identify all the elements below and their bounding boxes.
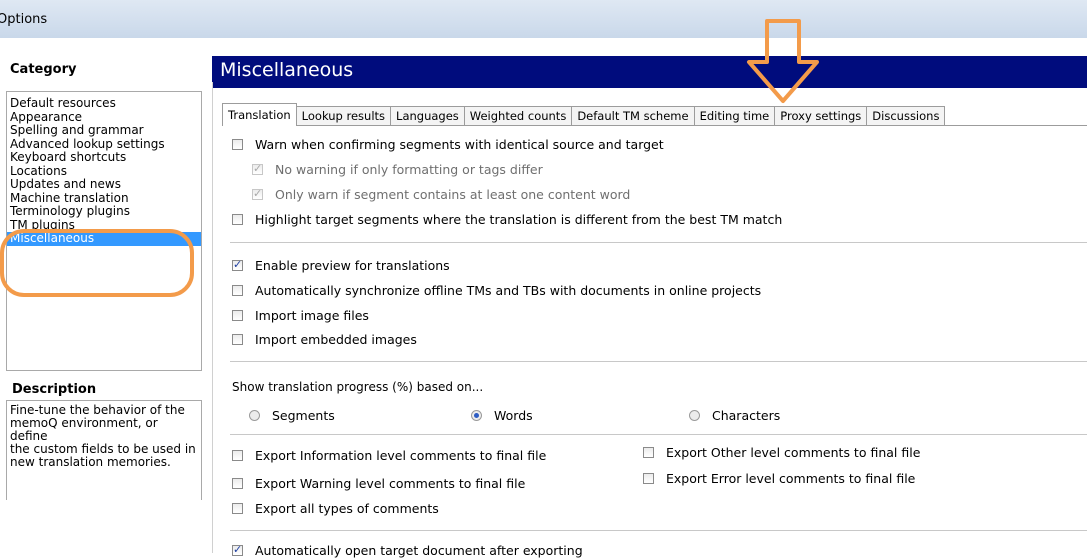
no-warning-formatting-label: No warning if only formatting or tags di… [275,162,543,177]
warn-identical-checkbox[interactable] [232,139,243,150]
tab-proxy-settings[interactable]: Proxy settings [774,106,868,126]
auto-sync-checkbox[interactable] [232,285,243,296]
tab-strip: Translation Lookup results Languages Wei… [222,103,946,126]
enable-preview-checkbox[interactable] [232,258,243,271]
category-heading: Category [10,62,77,77]
category-item-spelling[interactable]: Spelling and grammar [7,123,201,138]
description-box: Fine-tune the behavior of the memoQ envi… [6,400,202,500]
highlight-target-label: Highlight target segments where the tran… [255,212,783,227]
characters-radio[interactable] [689,410,700,421]
category-item-machine-translation[interactable]: Machine translation [7,191,201,206]
highlight-target-checkbox[interactable] [232,214,243,225]
category-item-terminology-plugins[interactable]: Terminology plugins [7,204,201,219]
description-heading: Description [12,382,97,397]
window-title: Options [0,12,48,27]
option-no-warning-formatting[interactable]: No warning if only formatting or tags di… [252,162,543,177]
export-error-label: Export Error level comments to final fil… [666,471,916,486]
import-embedded-images-checkbox[interactable] [232,334,243,345]
auto-open-target-label: Automatically open target document after… [255,543,583,558]
tab-default-tm-scheme[interactable]: Default TM scheme [571,106,695,126]
option-only-warn-content[interactable]: Only warn if segment contains at least o… [252,187,630,202]
no-warning-formatting-checkbox[interactable] [252,162,263,175]
option-import-embedded-images[interactable]: Import embedded images [232,332,417,347]
tab-editing-time[interactable]: Editing time [693,106,776,126]
import-image-files-checkbox[interactable] [232,310,243,321]
words-label: Words [494,408,533,423]
export-warning-checkbox[interactable] [232,478,243,489]
category-item-updates[interactable]: Updates and news [7,177,201,192]
warn-identical-label: Warn when confirming segments with ident… [255,137,664,152]
option-warn-identical[interactable]: Warn when confirming segments with ident… [232,137,664,152]
tab-weighted-counts[interactable]: Weighted counts [463,106,573,126]
enable-preview-label: Enable preview for translations [255,258,450,273]
category-list[interactable]: Default resources Appearance Spelling an… [6,91,202,371]
progress-label: Show translation progress (%) based on..… [232,380,484,394]
import-image-files-label: Import image files [255,308,369,323]
auto-open-target-checkbox[interactable] [232,543,243,556]
category-item-tm-plugins[interactable]: TM plugins [7,218,201,233]
option-auto-sync[interactable]: Automatically synchronize offline TMs an… [232,283,761,298]
tab-translation[interactable]: Translation [222,103,297,126]
description-line: memoQ environment, or define [10,416,158,443]
category-item-default-resources[interactable]: Default resources [7,96,201,111]
page-title-bar: Miscellaneous [212,56,1087,88]
export-information-label: Export Information level comments to fin… [255,448,547,463]
window-titlebar: Options [0,0,1087,38]
export-error-checkbox[interactable] [643,473,654,484]
description-line: new translation memories. [10,455,171,469]
pane-divider [212,82,213,553]
page-title: Miscellaneous [220,59,354,81]
tab-languages[interactable]: Languages [390,106,465,126]
option-import-image-files[interactable]: Import image files [232,308,369,323]
option-export-other[interactable]: Export Other level comments to final fil… [643,445,920,460]
auto-sync-label: Automatically synchronize offline TMs an… [255,283,762,298]
category-item-locations[interactable]: Locations [7,164,201,179]
category-item-miscellaneous[interactable]: Miscellaneous [7,231,201,246]
import-embedded-images-label: Import embedded images [255,332,417,347]
export-all-label: Export all types of comments [255,501,439,516]
segments-radio[interactable] [249,410,260,421]
export-information-checkbox[interactable] [232,450,243,461]
export-other-checkbox[interactable] [643,447,654,458]
separator [230,242,1087,243]
option-auto-open-target[interactable]: Automatically open target document after… [232,543,583,558]
only-warn-content-label: Only warn if segment contains at least o… [275,187,631,202]
only-warn-content-checkbox[interactable] [252,187,263,200]
segments-label: Segments [272,408,335,423]
tab-lookup-results[interactable]: Lookup results [295,106,392,126]
export-other-label: Export Other level comments to final fil… [666,445,921,460]
option-export-warning[interactable]: Export Warning level comments to final f… [232,476,525,491]
category-item-advanced-lookup[interactable]: Advanced lookup settings [7,137,201,152]
option-enable-preview[interactable]: Enable preview for translations [232,258,450,273]
option-export-all[interactable]: Export all types of comments [232,501,439,516]
radio-characters[interactable]: Characters [689,408,780,423]
option-highlight-target[interactable]: Highlight target segments where the tran… [232,212,782,227]
export-all-checkbox[interactable] [232,503,243,514]
separator [230,361,1087,362]
words-radio[interactable] [471,410,482,421]
characters-label: Characters [712,408,781,423]
radio-segments[interactable]: Segments [249,408,335,423]
separator [230,434,1087,435]
category-item-keyboard-shortcuts[interactable]: Keyboard shortcuts [7,150,201,165]
radio-words[interactable]: Words [471,408,533,423]
option-export-information[interactable]: Export Information level comments to fin… [232,448,546,463]
category-item-appearance[interactable]: Appearance [7,110,201,125]
separator [230,530,1087,531]
tab-discussions[interactable]: Discussions [866,106,946,126]
export-warning-label: Export Warning level comments to final f… [255,476,526,491]
tab-panel-border [222,125,1087,126]
option-export-error[interactable]: Export Error level comments to final fil… [643,471,915,486]
